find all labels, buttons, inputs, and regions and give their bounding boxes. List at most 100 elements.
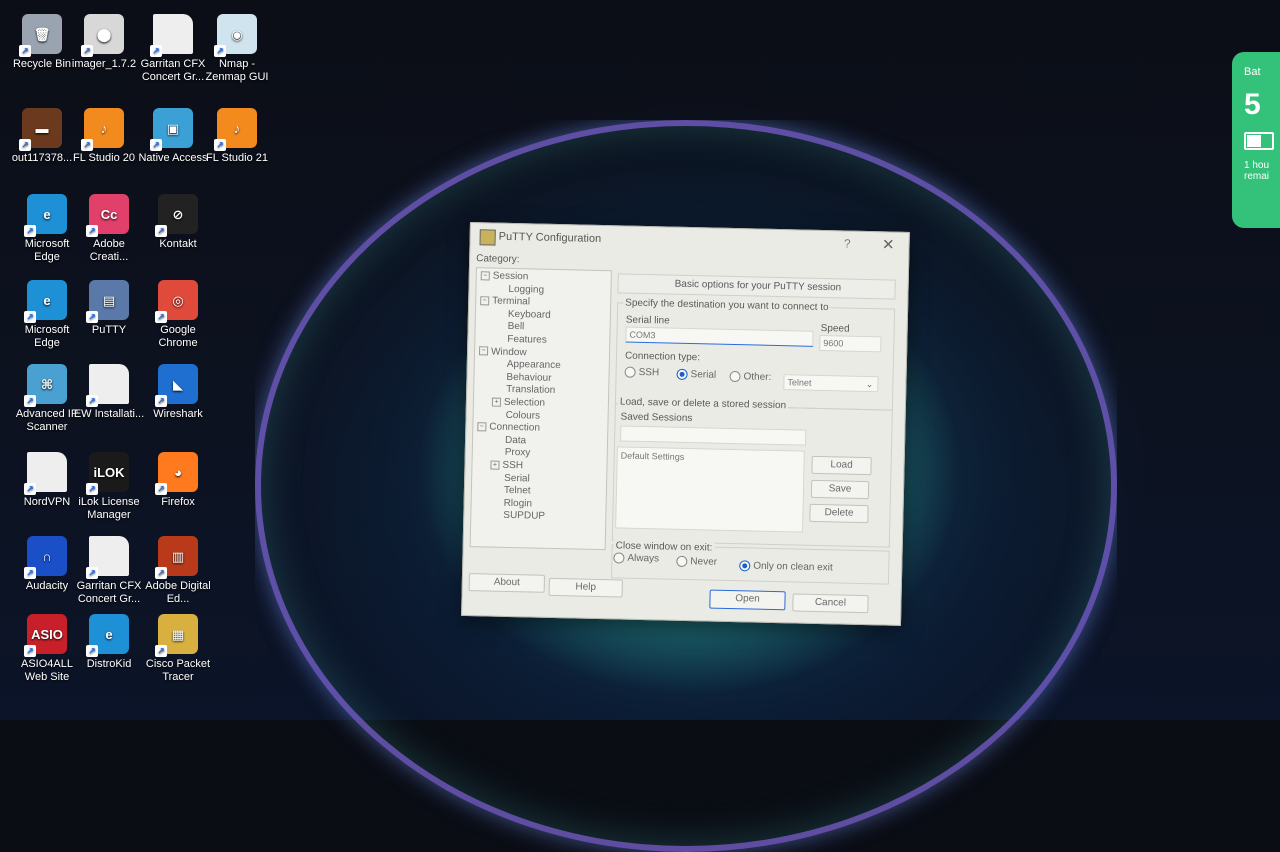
firefox-icon: ◕ ↗ (155, 452, 198, 495)
tree-item-logging[interactable]: Logging (508, 283, 544, 295)
collapse-icon[interactable]: − (477, 422, 487, 432)
desktop-icon-ew-installati[interactable]: ↗ EW Installati... (73, 364, 145, 421)
tree-item-translation[interactable]: Translation (506, 384, 555, 396)
recycle-bin-icon: 🗑 ↗ (19, 14, 62, 57)
tree-item-label: Terminal (492, 295, 531, 308)
tree-item-label: Data (504, 434, 527, 447)
exit-clean-radio[interactable]: Only on clean exit (739, 560, 833, 573)
tree-item-features[interactable]: Features (507, 334, 547, 346)
tree-item-connection[interactable]: − Connection (477, 421, 540, 434)
tree-item-colours[interactable]: Colours (506, 409, 541, 421)
battery-widget[interactable]: Bat 5 1 hou remai (1232, 52, 1280, 228)
desktop-icon-firefox[interactable]: ◕ ↗ Firefox (142, 452, 214, 509)
desktop-icon-nmap-zenmap-gui[interactable]: ◉ ↗ Nmap - Zenmap GUI (201, 14, 273, 84)
tree-item-appearance[interactable]: Appearance (507, 359, 561, 371)
desktop-icon-wireshark[interactable]: ◣ ↗ Wireshark (142, 364, 214, 421)
delete-button[interactable]: Delete (809, 503, 869, 524)
category-tree[interactable]: − Session Logging − Terminal Keyboard Bell Feat… (469, 267, 612, 551)
tree-item-window[interactable]: − Window (478, 346, 527, 358)
tree-item-label: Keyboard (507, 308, 551, 321)
desktop-icon-ilok-license-manager[interactable]: iLOK ↗ iLok License Manager (73, 452, 145, 522)
shortcut-arrow-icon: ↗ (24, 645, 36, 657)
desktop-icon-imager-1-7-2[interactable]: ⬤ ↗ imager_1.7.2 (68, 14, 140, 71)
tree-item-ssh[interactable]: + SSH (490, 459, 524, 472)
desktop-icon-kontakt[interactable]: ⊘ ↗ Kontakt (142, 194, 214, 251)
desktop-icon-distrokid[interactable]: e ↗ DistroKid (73, 614, 145, 671)
expand-icon[interactable]: + (490, 460, 500, 470)
desktop-icon-garritan-cfx-concert-gr[interactable]: ↗ Garritan CFX Concert Gr... (137, 14, 209, 84)
garritan-cfx-concert-gr-icon: ↗ (86, 536, 129, 579)
radio-dot (624, 366, 636, 378)
tree-item-label: Serial (504, 472, 530, 485)
exit-always-radio[interactable]: Always (613, 552, 659, 565)
collapse-icon[interactable]: − (480, 296, 490, 306)
shortcut-arrow-icon: ↗ (86, 395, 98, 407)
speed-label: Speed (820, 322, 850, 335)
shortcut-arrow-icon: ↗ (214, 139, 226, 151)
help-button[interactable]: Help (548, 577, 623, 598)
tree-item-session[interactable]: − Session (480, 270, 528, 282)
battery-title: Bat (1244, 66, 1261, 78)
ssh-radio[interactable]: SSH (624, 366, 660, 378)
tree-item-proxy[interactable]: Proxy (505, 447, 531, 459)
open-button[interactable]: Open (709, 589, 786, 611)
desktop-icon-label: Wireshark (153, 408, 203, 420)
desktop-icon-label: Cisco Packet Tracer (145, 658, 211, 683)
tree-item-label: Features (507, 333, 547, 346)
desktop-icon-adobe-creati[interactable]: Cc ↗ Adobe Creati... (73, 194, 145, 264)
other-protocol-value: Telnet (787, 377, 812, 388)
desktop-icon-google-chrome[interactable]: ◎ ↗ Google Chrome (142, 280, 214, 350)
tree-item-supdup[interactable]: SUPDUP (503, 510, 545, 522)
collapse-icon[interactable]: − (480, 271, 490, 281)
other-radio[interactable]: Other: (729, 370, 772, 384)
window-title: PuTTY Configuration (498, 230, 602, 245)
desktop-icon-native-access[interactable]: ▣ ↗ Native Access (137, 108, 209, 165)
cancel-button[interactable]: Cancel (792, 593, 869, 614)
desktop-icon-fl-studio-20[interactable]: ♪ ↗ FL Studio 20 (68, 108, 140, 165)
save-button[interactable]: Save (810, 479, 870, 500)
out117378-icon: ▬ ↗ (19, 108, 62, 151)
shortcut-arrow-icon: ↗ (155, 395, 167, 407)
shortcut-arrow-icon: ↗ (150, 139, 162, 151)
speed-input[interactable]: 9600 (819, 334, 882, 353)
exit-never-label: Never (690, 556, 718, 568)
tree-item-terminal[interactable]: − Terminal (480, 295, 531, 308)
tree-item-label: Colours (505, 409, 541, 422)
fl-studio-21-icon: ♪ ↗ (214, 108, 257, 151)
serial-radio-label: Serial (690, 369, 717, 381)
desktop-icon-cisco-packet-tracer[interactable]: ▦ ↗ Cisco Packet Tracer (142, 614, 214, 684)
other-protocol-select[interactable]: Telnet ⌄ (783, 374, 879, 393)
load-button[interactable]: Load (811, 455, 872, 476)
tree-item-behaviour[interactable]: Behaviour (506, 372, 551, 384)
serial-radio[interactable]: Serial (676, 368, 717, 381)
desktop-icon-putty[interactable]: ▤ ↗ PuTTY (73, 280, 145, 337)
tree-item-serial[interactable]: Serial (504, 472, 530, 484)
exit-never-radio[interactable]: Never (676, 555, 718, 568)
tree-item-bell[interactable]: Bell (508, 321, 525, 332)
desktop-icon-label: Kontakt (159, 238, 197, 250)
tree-item-data[interactable]: Data (505, 435, 526, 446)
about-button[interactable]: About (468, 573, 546, 593)
help-icon[interactable]: ? (844, 236, 851, 250)
advanced-ip-scanner-icon: ⌘ ↗ (24, 364, 67, 407)
microsoft-edge-icon: e ↗ (24, 280, 67, 323)
shortcut-arrow-icon: ↗ (86, 483, 98, 495)
desktop-icon-label: imager_1.7.2 (71, 58, 137, 70)
other-radio-label: Other: (743, 371, 772, 384)
tree-item-telnet[interactable]: Telnet (504, 485, 531, 497)
desktop-icon-adobe-digital-ed[interactable]: ▥ ↗ Adobe Digital Ed... (142, 536, 214, 606)
desktop-icon-fl-studio-21[interactable]: ♪ ↗ FL Studio 21 (201, 108, 273, 165)
putty-configuration-window[interactable]: PuTTY Configuration ? ✕ Category: − Sessi… (461, 222, 910, 626)
serial-line-label: Serial line (625, 314, 670, 327)
collapse-icon[interactable]: − (478, 346, 489, 356)
tree-item-label: SSH (502, 459, 524, 472)
tree-item-keyboard[interactable]: Keyboard (508, 309, 551, 321)
shortcut-arrow-icon: ↗ (155, 483, 167, 495)
tree-item-selection[interactable]: + Selection (491, 397, 545, 409)
close-icon[interactable]: ✕ (882, 235, 895, 253)
session-list[interactable]: Default Settings (615, 446, 805, 533)
tree-item-rlogin[interactable]: Rlogin (504, 498, 533, 510)
session-list-item[interactable]: Default Settings (621, 447, 804, 465)
desktop-icon-garritan-cfx-concert-gr[interactable]: ↗ Garritan CFX Concert Gr... (73, 536, 145, 606)
expand-icon[interactable]: + (491, 397, 502, 407)
